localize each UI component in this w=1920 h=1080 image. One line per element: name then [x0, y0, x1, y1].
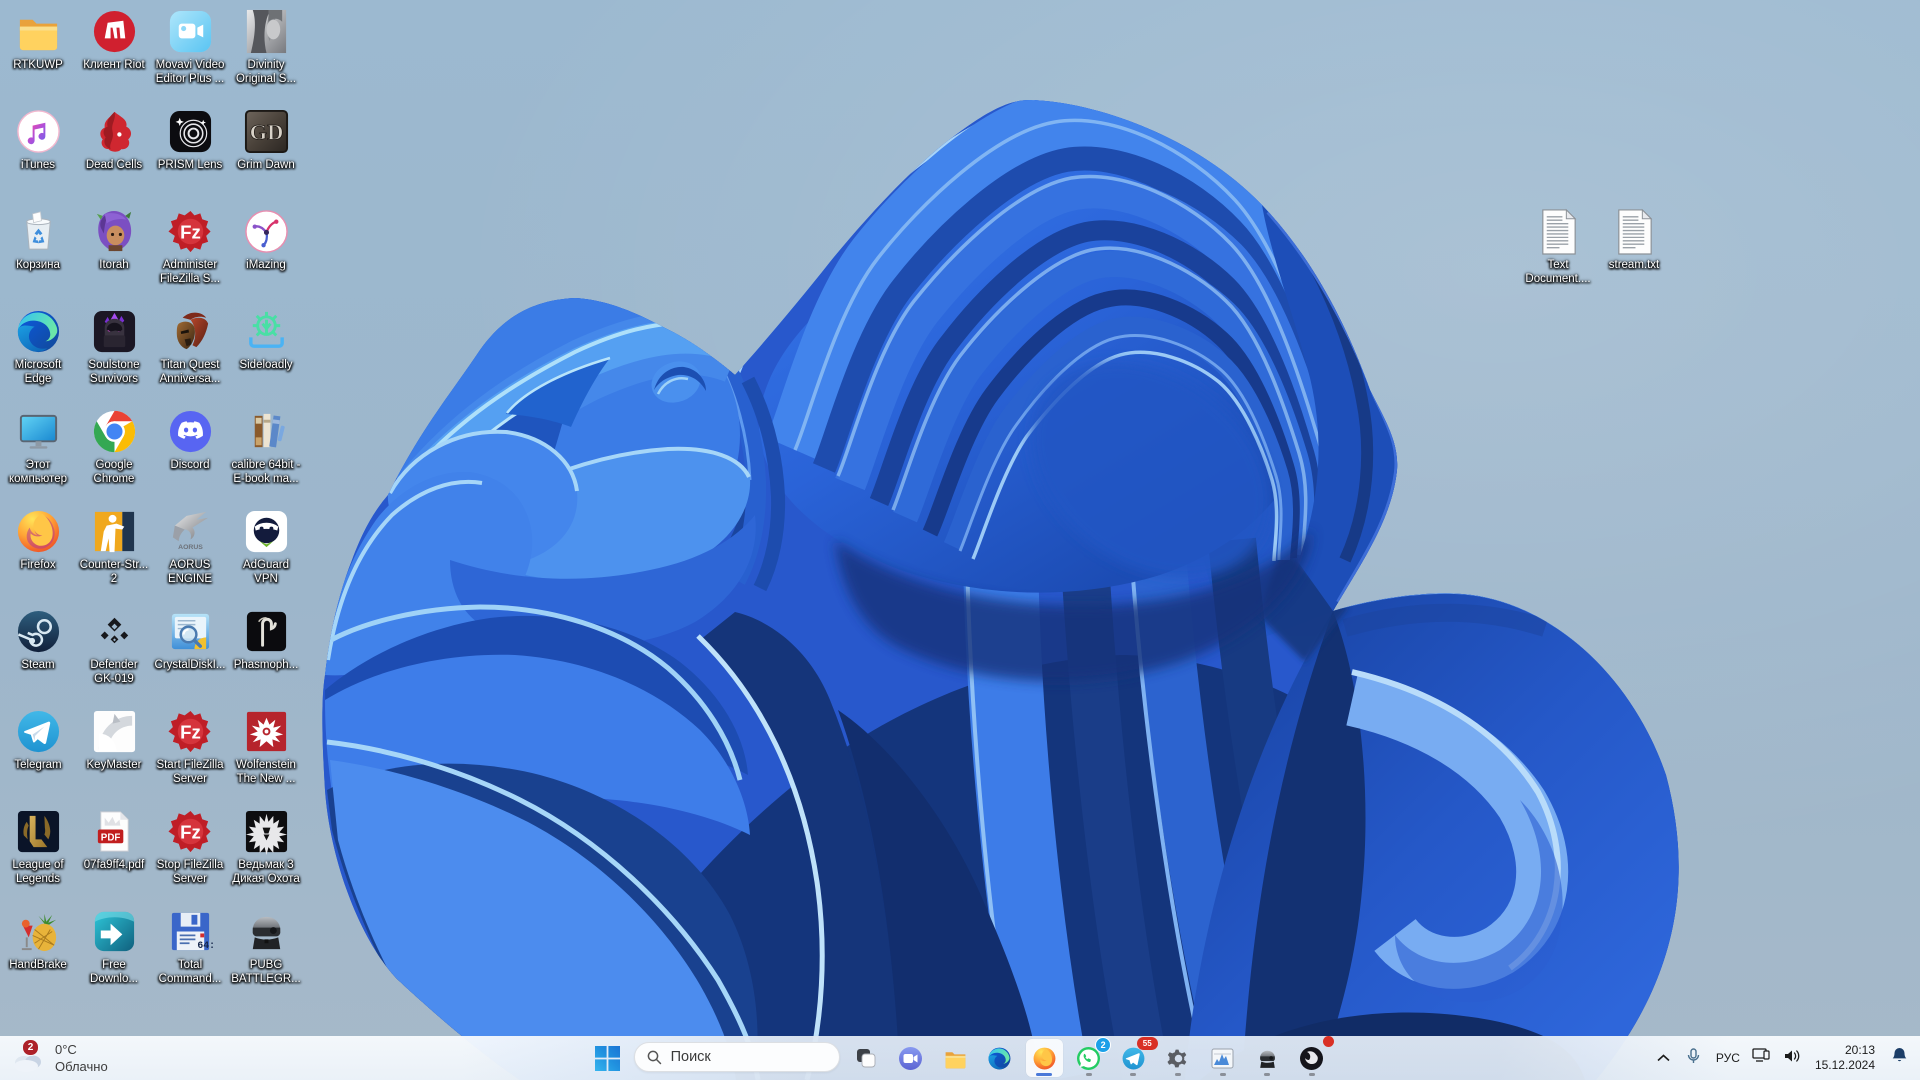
svg-text:GD: GD: [249, 119, 283, 144]
svg-text:PDF: PDF: [100, 832, 120, 843]
svg-text:AORUS: AORUS: [178, 544, 203, 551]
svg-text:Fz: Fz: [180, 721, 201, 742]
svg-text:Fz: Fz: [180, 821, 201, 842]
svg-text:64:: 64:: [197, 940, 214, 951]
svg-text:Fz: Fz: [180, 221, 201, 242]
